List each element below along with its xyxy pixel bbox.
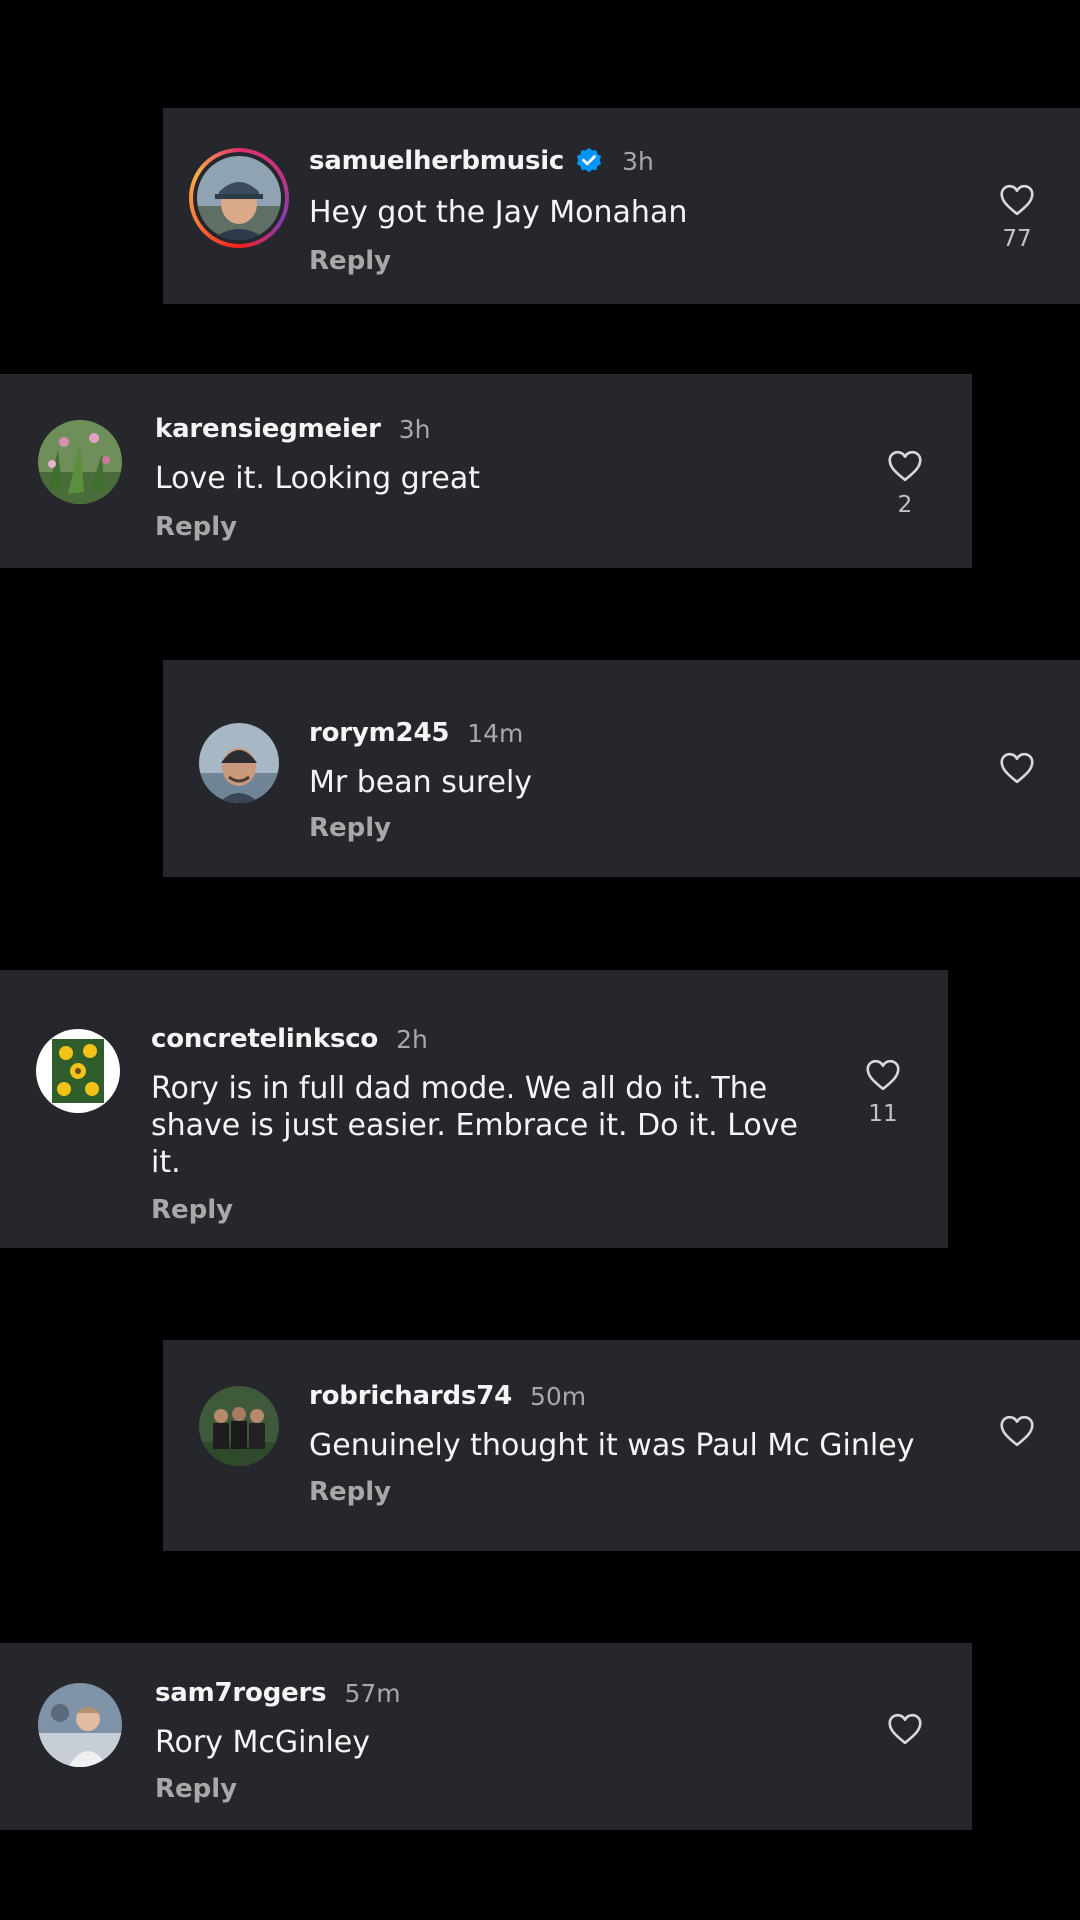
timestamp: 3h — [622, 146, 654, 176]
story-ring[interactable] — [189, 148, 289, 248]
username[interactable]: concretelinksco — [151, 1024, 378, 1054]
garden-photo-icon — [38, 420, 122, 504]
like-count: 2 — [897, 492, 913, 518]
comment-text: Rory is in full dad mode. We all do it. … — [151, 1071, 798, 1180]
avatar[interactable] — [36, 1029, 120, 1113]
avatar[interactable] — [197, 156, 281, 240]
username[interactable]: samuelherbmusic — [309, 146, 564, 176]
reply-button[interactable]: Reply — [309, 246, 391, 276]
group-photo-icon — [199, 1386, 279, 1466]
verified-badge-icon — [577, 147, 602, 173]
heart-icon[interactable] — [999, 752, 1035, 784]
username[interactable]: sam7rogers — [155, 1678, 327, 1708]
heart-icon[interactable] — [999, 184, 1035, 216]
child-photo-icon — [38, 1683, 122, 1767]
heart-icon[interactable] — [887, 1713, 923, 1745]
timestamp: 2h — [396, 1024, 428, 1054]
comment-text: Love it. Looking great — [155, 461, 480, 496]
comment-card: rorym245 14m Mr bean surely Reply — [163, 660, 1080, 877]
person-beanie-photo-icon — [199, 723, 279, 803]
like-count: 77 — [1002, 226, 1032, 252]
comment-text: Genuinely thought it was Paul Mc Ginley — [309, 1428, 915, 1463]
timestamp: 50m — [530, 1381, 587, 1411]
avatar[interactable] — [38, 1683, 122, 1767]
username[interactable]: robrichards74 — [309, 1381, 512, 1411]
comment-text: Hey got the Jay Monahan — [309, 195, 688, 230]
heart-icon[interactable] — [887, 450, 923, 482]
avatar[interactable] — [199, 723, 279, 803]
reply-button[interactable]: Reply — [309, 1477, 391, 1507]
comment-card: sam7rogers 57m Rory McGinley Reply — [0, 1643, 972, 1830]
avatar[interactable] — [199, 1386, 279, 1466]
sunflower-logo-icon — [36, 1029, 120, 1113]
reply-button[interactable]: Reply — [155, 1774, 237, 1804]
comment-card: samuelherbmusic 3h Hey got the Jay Monah… — [163, 108, 1080, 304]
username[interactable]: karensiegmeier — [155, 414, 381, 444]
reply-button[interactable]: Reply — [151, 1195, 233, 1225]
comment-card: robrichards74 50m Genuinely thought it w… — [163, 1340, 1080, 1551]
comment-text: Rory McGinley — [155, 1725, 370, 1760]
reply-button[interactable]: Reply — [155, 512, 237, 542]
comment-card: concretelinksco 2h Rory is in full dad m… — [0, 970, 948, 1248]
avatar[interactable] — [38, 420, 122, 504]
person-cap-photo-icon — [197, 156, 281, 240]
username[interactable]: rorym245 — [309, 718, 449, 748]
reply-button[interactable]: Reply — [309, 813, 391, 843]
heart-icon[interactable] — [999, 1415, 1035, 1447]
heart-icon[interactable] — [865, 1059, 901, 1091]
timestamp: 14m — [467, 718, 524, 748]
timestamp: 3h — [398, 414, 431, 444]
comment-text: Mr bean surely — [309, 765, 533, 800]
like-count: 11 — [868, 1101, 898, 1127]
comment-card: karensiegmeier 3h Love it. Looking great… — [0, 374, 972, 568]
timestamp: 57m — [344, 1678, 401, 1708]
